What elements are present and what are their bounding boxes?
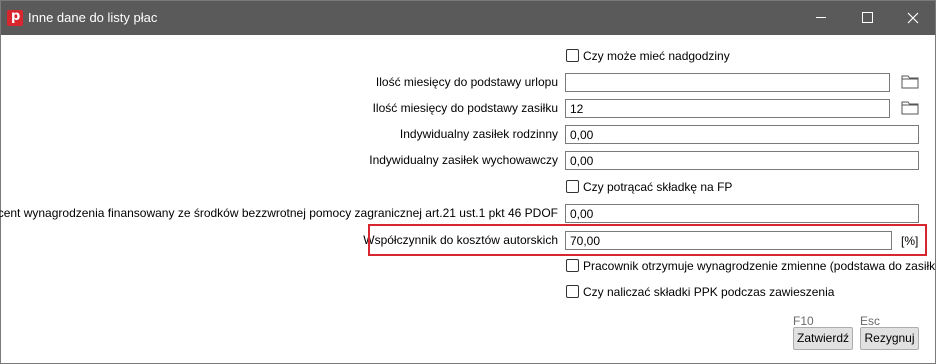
close-icon[interactable] [890,1,936,35]
maximize-icon[interactable] [844,1,890,35]
variable-pay-checkbox-label: Pracownik otrzymuje wynagrodzenie zmienn… [583,259,936,273]
confirm-shortcut-hint: F10 [793,314,814,328]
vacation-months-input[interactable] [565,73,890,92]
fp-checkbox-label: Czy potrącać składkę na FP [583,180,733,194]
family-allowance-input[interactable]: 0,00 [565,125,919,144]
overtime-checkbox-label: Czy może mieć nadgodziny [583,49,730,63]
window-title: Inne dane do listy płac [28,10,158,25]
variable-pay-checkbox-row[interactable]: Pracownik otrzymuje wynagrodzenie zmienn… [566,259,936,275]
dialog-window: Inne dane do listy płac Czy może mieć na… [0,0,936,364]
family-allowance-label: Indywidualny zasiłek rodzinny [399,127,558,141]
upbringing-allowance-label: Indywidualny zasiłek wychowawczy [369,153,558,167]
allowance-months-label: Ilość miesięcy do podstawy zasiłku [372,101,558,115]
minimize-icon[interactable] [798,1,844,35]
title-bar[interactable]: Inne dane do listy płac [1,1,935,35]
folder-icon[interactable] [901,100,919,115]
ppk-checkbox-row[interactable]: Czy naliczać składki PPK podczas zawiesz… [566,285,834,301]
fp-checkbox[interactable] [566,180,579,193]
highlight-frame [368,224,927,256]
pdof-percent-input[interactable]: 0,00 [565,204,919,223]
overtime-checkbox-row[interactable]: Czy może mieć nadgodziny [566,49,730,65]
form-content: Czy może mieć nadgodziny Ilość miesięcy … [0,35,936,363]
confirm-button[interactable]: Zatwierdź [793,327,853,350]
vacation-months-label: Ilość miesięcy do podstawy urlopu [375,75,558,89]
variable-pay-checkbox[interactable] [566,259,579,272]
allowance-months-input[interactable]: 12 [565,99,890,118]
app-logo-icon [7,9,23,26]
folder-icon[interactable] [901,74,919,89]
ppk-checkbox-label: Czy naliczać składki PPK podczas zawiesz… [583,285,835,299]
upbringing-allowance-input[interactable]: 0,00 [565,151,919,170]
pdof-percent-label: Procent wynagrodzenia finansowany ze śro… [0,206,558,220]
cancel-shortcut-hint: Esc [860,314,881,328]
overtime-checkbox[interactable] [566,49,579,62]
cancel-button[interactable]: Rezygnuj [860,327,919,350]
fp-checkbox-row[interactable]: Czy potrącać składkę na FP [566,180,732,196]
ppk-checkbox[interactable] [566,285,579,298]
